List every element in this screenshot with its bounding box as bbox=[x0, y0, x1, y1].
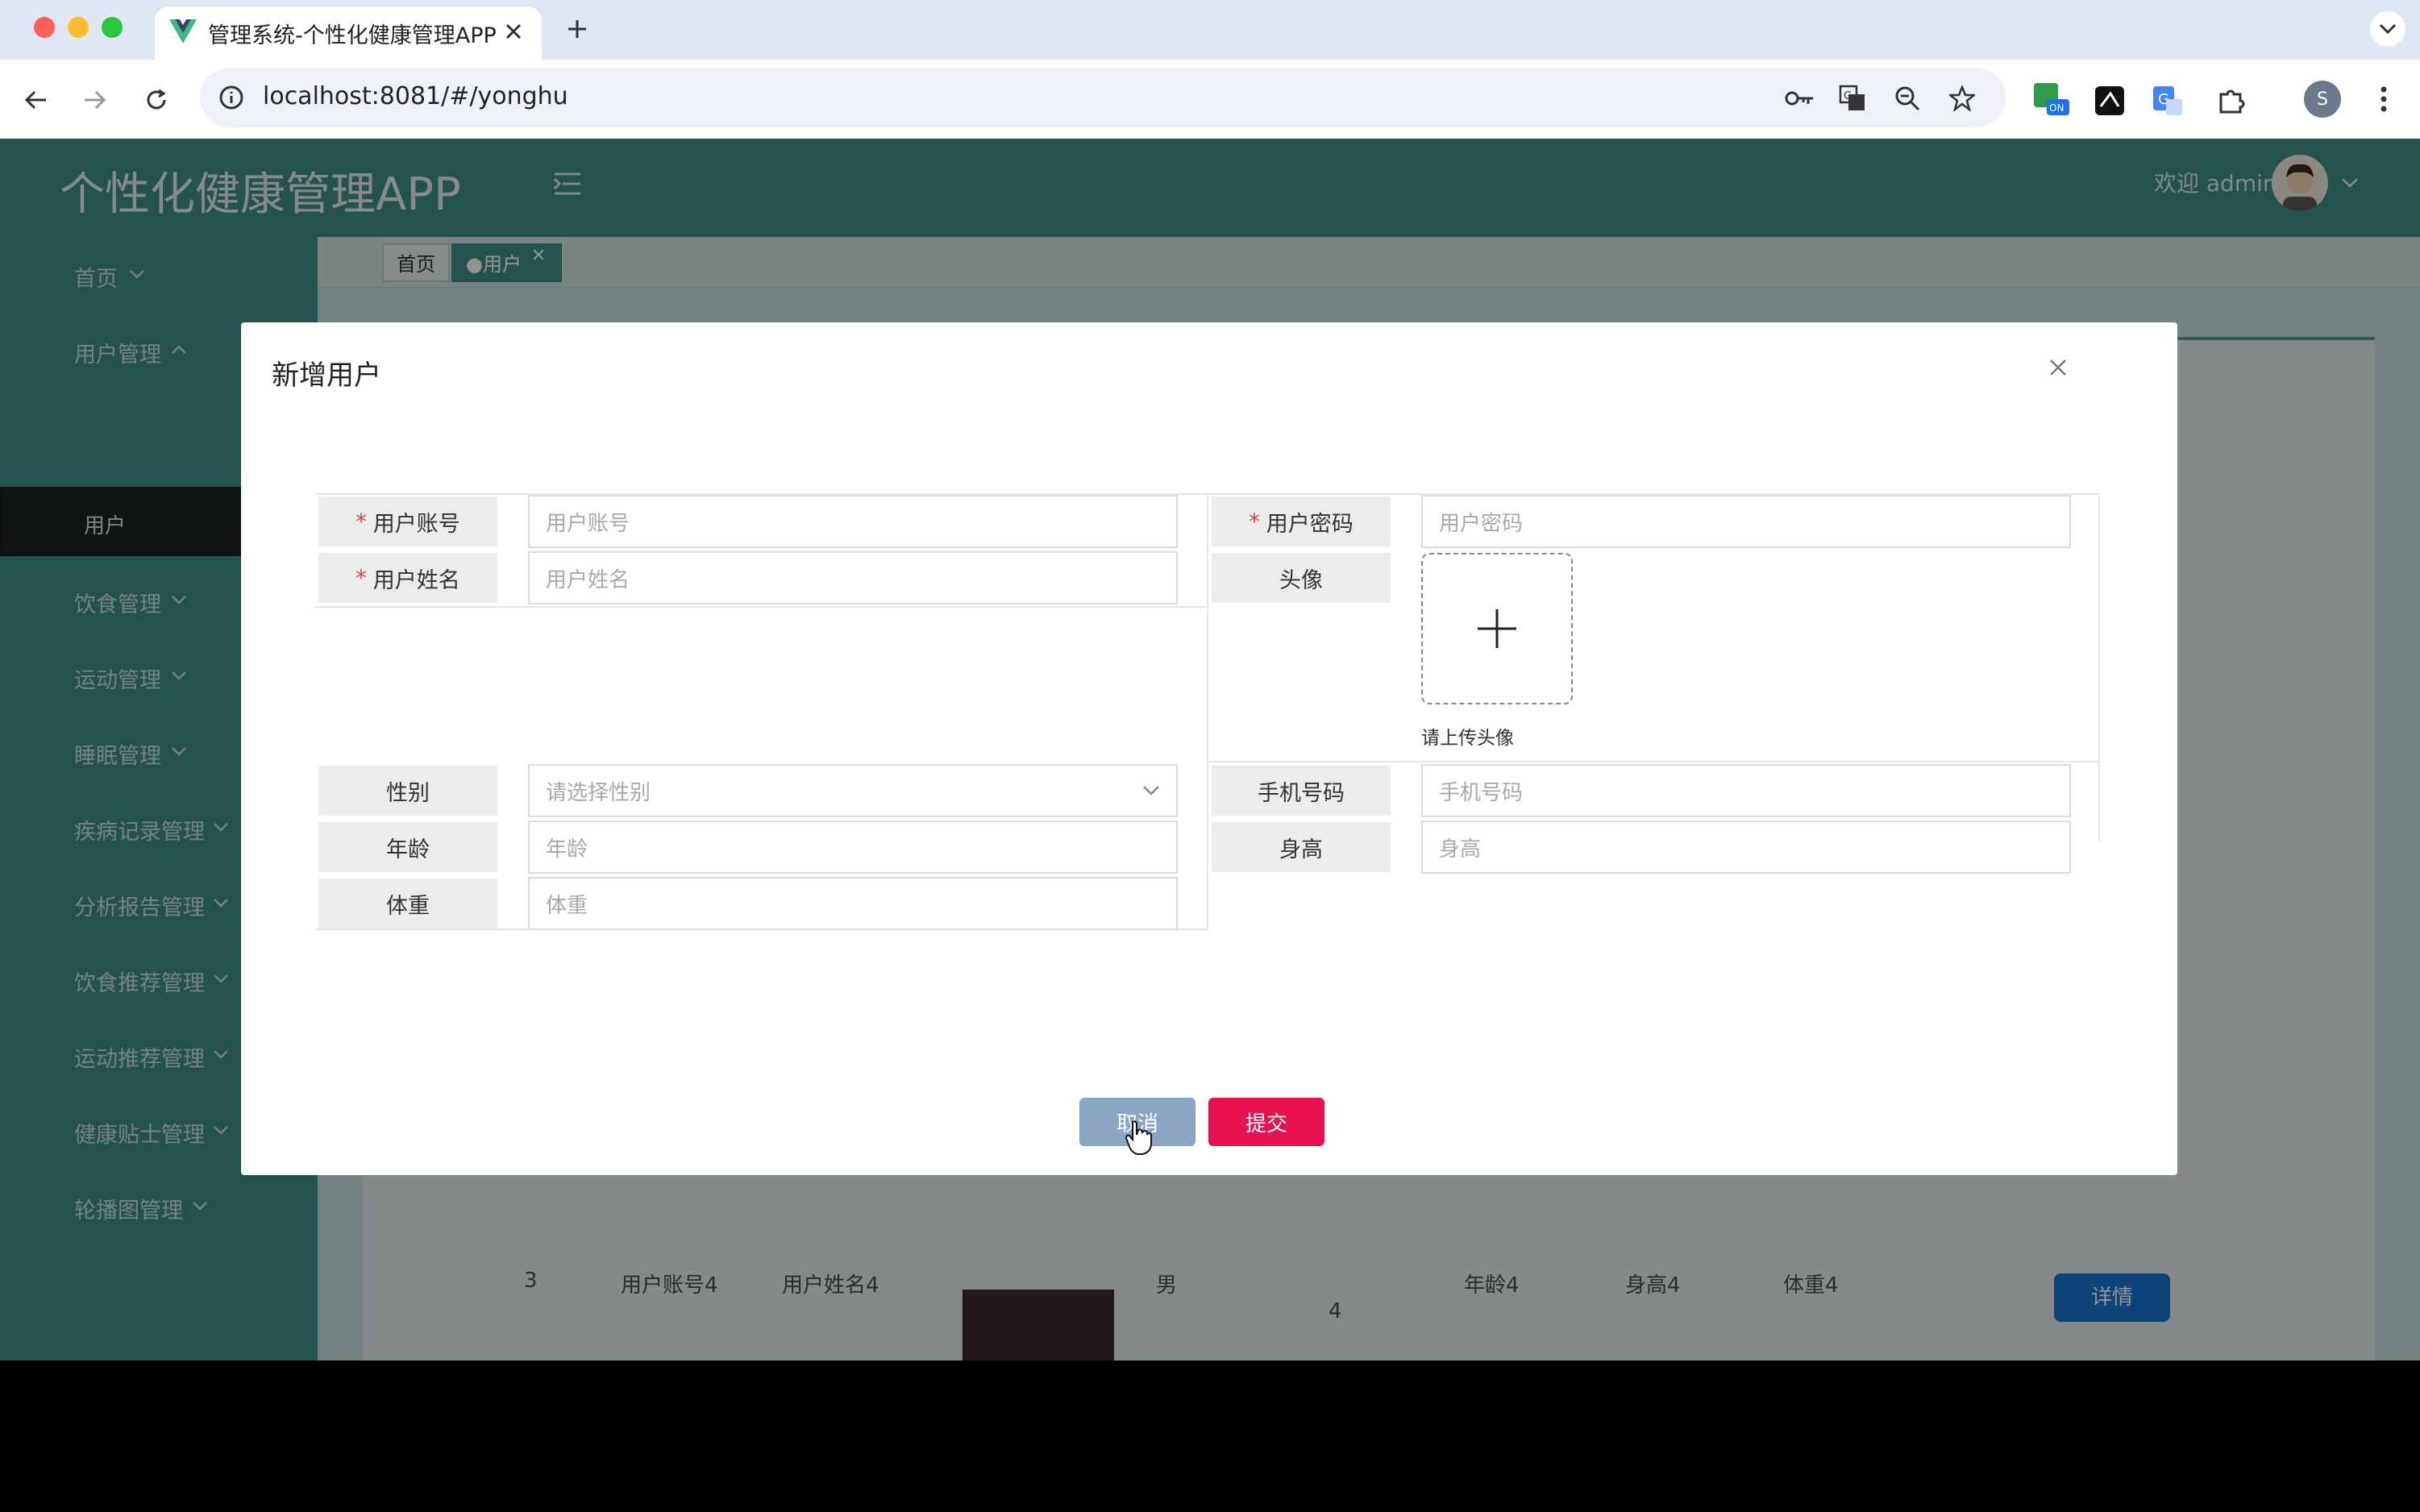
minimize-window-icon[interactable] bbox=[68, 17, 89, 38]
screen: 管理系统-个性化健康管理APP localhost:8081/#/yonghu bbox=[0, 0, 2420, 1512]
gender-label: 性别 bbox=[318, 766, 497, 816]
profile-avatar[interactable]: S bbox=[2304, 81, 2341, 118]
forward-arrow-icon[interactable] bbox=[77, 82, 113, 118]
close-window-icon[interactable] bbox=[34, 17, 55, 38]
avatar-label: 头像 bbox=[1212, 553, 1391, 603]
height-input[interactable]: 身高 bbox=[1421, 820, 2071, 874]
zoom-out-icon[interactable] bbox=[1891, 82, 1923, 114]
avatar-upload-plus-icon[interactable] bbox=[1421, 553, 1573, 704]
svg-text:ON: ON bbox=[2049, 102, 2064, 114]
avatar-upload-hint: 请上传头像 bbox=[1421, 728, 1514, 749]
required-star: * bbox=[356, 565, 367, 591]
password-label: * 用户密码 bbox=[1212, 496, 1391, 546]
translate-icon[interactable]: G bbox=[1836, 82, 1869, 114]
phone-input[interactable]: 手机号码 bbox=[1421, 764, 2071, 817]
form-grid-line bbox=[315, 606, 1207, 608]
bookmark-star-icon[interactable] bbox=[1946, 82, 1978, 114]
hand-cursor-icon bbox=[1125, 1120, 1153, 1155]
svg-text:G: G bbox=[1844, 90, 1852, 102]
close-tab-icon[interactable] bbox=[501, 19, 526, 44]
tab-search-dropdown-icon[interactable] bbox=[2370, 11, 2405, 47]
add-user-dialog: 新增用户 * 用户账号 用户账号 * 用户密码 用户密码 * 用户姓名 用户姓名… bbox=[241, 322, 2177, 1175]
age-label: 年龄 bbox=[318, 822, 497, 872]
gender-select-placeholder: 请选择性别 bbox=[546, 780, 651, 805]
password-input[interactable]: 用户密码 bbox=[1421, 495, 2071, 548]
browser-toolbar: localhost:8081/#/yonghu G ON G S bbox=[0, 60, 2420, 139]
account-label-text: 用户账号 bbox=[372, 511, 460, 537]
address-bar[interactable]: localhost:8081/#/yonghu G bbox=[200, 68, 2006, 127]
submit-button[interactable]: 提交 bbox=[1208, 1098, 1324, 1146]
chevron-down-icon bbox=[1143, 786, 1159, 795]
browser-tab[interactable]: 管理系统-个性化健康管理APP bbox=[155, 6, 542, 60]
height-label: 身高 bbox=[1212, 822, 1391, 872]
name-label-text: 用户姓名 bbox=[372, 567, 460, 593]
gender-select[interactable]: 请选择性别 bbox=[528, 764, 1178, 817]
dialog-title: 新增用户 bbox=[272, 359, 381, 392]
age-input[interactable]: 年龄 bbox=[528, 820, 1178, 874]
browser-menu-kebab-icon[interactable] bbox=[2365, 81, 2402, 118]
password-label-text: 用户密码 bbox=[1266, 511, 1353, 537]
name-input[interactable]: 用户姓名 bbox=[528, 551, 1178, 604]
maximize-window-icon[interactable] bbox=[102, 17, 123, 38]
tab-title: 管理系统-个性化健康管理APP bbox=[208, 23, 497, 48]
new-tab-plus-icon[interactable] bbox=[561, 13, 593, 45]
form-grid-line bbox=[2098, 493, 2100, 841]
phone-label: 手机号码 bbox=[1212, 766, 1391, 816]
form-grid-line bbox=[1207, 493, 1208, 930]
extension-terminal-icon[interactable] bbox=[2089, 81, 2130, 121]
url-text[interactable]: localhost:8081/#/yonghu bbox=[263, 82, 568, 110]
site-info-icon[interactable] bbox=[216, 82, 247, 113]
vue-logo-icon bbox=[169, 18, 197, 45]
account-input[interactable]: 用户账号 bbox=[528, 495, 1178, 548]
google-translate-extension-icon[interactable]: G bbox=[2148, 81, 2188, 121]
close-icon[interactable] bbox=[2042, 351, 2074, 384]
extension-on-icon[interactable]: ON bbox=[2031, 81, 2072, 121]
browser-tab-bar: 管理系统-个性化健康管理APP bbox=[0, 0, 2420, 60]
required-star: * bbox=[1249, 509, 1260, 534]
extensions-puzzle-icon[interactable] bbox=[2212, 81, 2252, 121]
form-grid-line bbox=[1208, 761, 2100, 762]
weight-label: 体重 bbox=[318, 879, 497, 928]
name-label: * 用户姓名 bbox=[318, 553, 497, 603]
account-label: * 用户账号 bbox=[318, 496, 497, 546]
back-arrow-icon[interactable] bbox=[18, 82, 53, 118]
reload-icon[interactable] bbox=[139, 82, 174, 118]
required-star: * bbox=[356, 509, 367, 534]
weight-input[interactable]: 体重 bbox=[528, 877, 1178, 930]
password-key-icon[interactable] bbox=[1783, 84, 1815, 113]
